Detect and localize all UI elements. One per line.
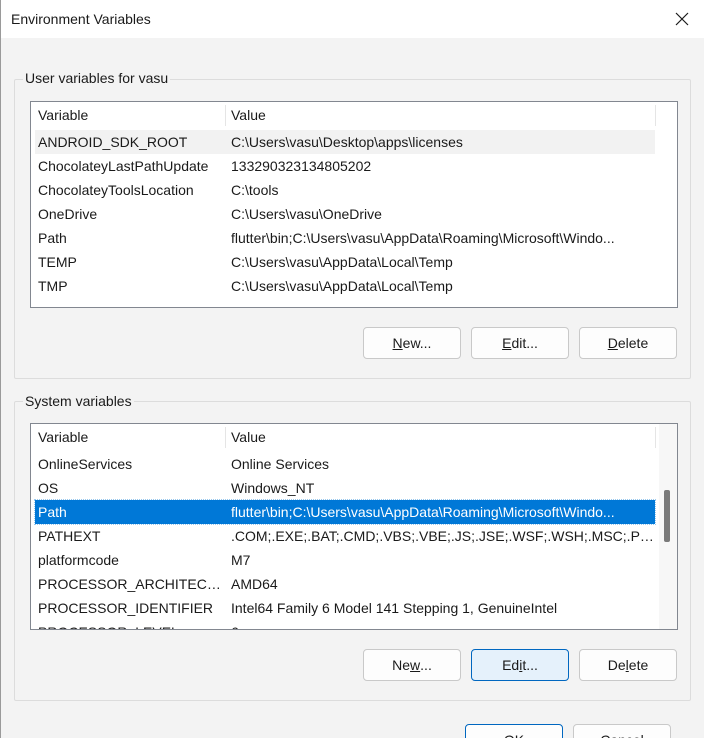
column-divider[interactable] [655, 105, 656, 126]
close-icon [675, 12, 689, 26]
scrollbar-thumb[interactable] [664, 490, 670, 542]
table-row[interactable]: PROCESSOR_ARCHITECTU... AMD64 [35, 572, 655, 596]
table-row[interactable]: PROCESSOR_IDENTIFIER Intel64 Family 6 Mo… [35, 596, 655, 620]
close-button[interactable] [659, 0, 704, 38]
variable-cell: Path [38, 230, 67, 246]
system-variables-list[interactable]: Variable Value OnlineServices Online Ser… [30, 423, 678, 630]
value-cell: .COM;.EXE;.BAT;.CMD;.VBS;.VBE;.JS;.JSE;.… [231, 528, 655, 544]
variable-cell: ANDROID_SDK_ROOT [38, 134, 188, 150]
ok-button[interactable]: OK [465, 724, 563, 738]
system-edit-button[interactable]: Ed i t... [471, 649, 569, 681]
variable-cell: PROCESSOR_IDENTIFIER [38, 600, 214, 616]
value-cell: C:\Users\vasu\OneDrive [231, 206, 382, 222]
system-new-button[interactable]: Ne w... [363, 649, 461, 681]
value-cell: 6 [231, 620, 239, 629]
table-row[interactable]: platformcode M7 [35, 548, 655, 572]
table-row[interactable]: TMP C:\Users\vasu\AppData\Local\Temp [35, 274, 655, 298]
table-row[interactable]: ChocolateyLastPathUpdate 133290323134805… [35, 154, 655, 178]
user-variables-label: User variables for vasu [23, 70, 171, 86]
column-divider[interactable] [655, 427, 656, 448]
system-list-scrollbar[interactable] [659, 424, 677, 629]
value-cell: Intel64 Family 6 Model 141 Stepping 1, G… [231, 600, 558, 616]
table-row[interactable]: PATHEXT .COM;.EXE;.BAT;.CMD;.VBS;.VBE;.J… [35, 524, 655, 548]
environment-variables-dialog: Environment Variables User variables for… [0, 0, 704, 738]
table-row[interactable]: TEMP C:\Users\vasu\AppData\Local\Temp [35, 250, 655, 274]
variable-cell: PATHEXT [38, 528, 101, 544]
user-edit-button[interactable]: Edit... [471, 327, 569, 359]
value-cell: C:\tools [231, 182, 279, 198]
table-row[interactable]: PROCESSOR_LEVEL 6 [35, 620, 655, 629]
cancel-button[interactable]: Cancel [573, 724, 671, 738]
table-row[interactable]: ANDROID_SDK_ROOT C:\Users\vasu\Desktop\a… [35, 130, 655, 154]
variable-cell: platformcode [38, 552, 119, 568]
table-row[interactable]: Path flutter\bin;C:\Users\vasu\AppData\R… [35, 226, 655, 250]
variable-cell: TEMP [38, 254, 77, 270]
title-bar: Environment Variables [1, 0, 704, 38]
variable-cell: ChocolateyLastPathUpdate [38, 158, 209, 174]
variable-cell: OnlineServices [38, 456, 133, 472]
column-header-variable[interactable]: Variable [32, 102, 88, 128]
user-list-header: Variable Value [31, 102, 677, 128]
variable-cell: OneDrive [38, 206, 98, 222]
variable-cell: PROCESSOR_ARCHITECTU... [38, 576, 226, 592]
value-cell: M7 [231, 552, 251, 568]
value-cell: flutter\bin;C:\Users\vasu\AppData\Roamin… [231, 230, 615, 246]
value-cell: Windows_NT [231, 480, 315, 496]
variable-cell: TMP [38, 278, 68, 294]
user-delete-button[interactable]: Delete [579, 327, 677, 359]
variable-cell: PROCESSOR_LEVEL [38, 620, 226, 629]
value-cell: C:\Users\vasu\AppData\Local\Temp [231, 278, 453, 294]
table-row-selected[interactable]: Path flutter\bin;C:\Users\vasu\AppData\R… [34, 499, 656, 525]
system-variables-label: System variables [23, 393, 134, 409]
system-delete-button[interactable]: De l ete [579, 649, 677, 681]
system-list-header: Variable Value [31, 424, 677, 450]
value-cell: flutter\bin;C:\Users\vasu\AppData\Roamin… [231, 504, 615, 520]
column-header-value[interactable]: Value [225, 424, 266, 450]
column-header-variable[interactable]: Variable [32, 424, 88, 450]
column-header-value[interactable]: Value [225, 102, 266, 128]
value-cell: Online Services [231, 456, 330, 472]
user-variables-list[interactable]: Variable Value ANDROID_SDK_ROOT C:\Users… [30, 101, 678, 308]
variable-cell: ChocolateyToolsLocation [38, 182, 194, 198]
variable-cell: OS [38, 480, 59, 496]
value-cell: AMD64 [231, 576, 278, 592]
value-cell: C:\Users\vasu\Desktop\apps\licenses [231, 134, 463, 150]
value-cell: C:\Users\vasu\AppData\Local\Temp [231, 254, 453, 270]
table-row[interactable]: OS Windows_NT [35, 476, 655, 500]
user-new-button[interactable]: New... [363, 327, 461, 359]
table-row[interactable]: OneDrive C:\Users\vasu\OneDrive [35, 202, 655, 226]
table-row[interactable]: OnlineServices Online Services [35, 452, 655, 476]
window-title: Environment Variables [11, 11, 151, 27]
variable-cell: Path [38, 504, 67, 520]
value-cell: 133290323134805202 [231, 158, 372, 174]
table-row[interactable]: ChocolateyToolsLocation C:\tools [35, 178, 655, 202]
